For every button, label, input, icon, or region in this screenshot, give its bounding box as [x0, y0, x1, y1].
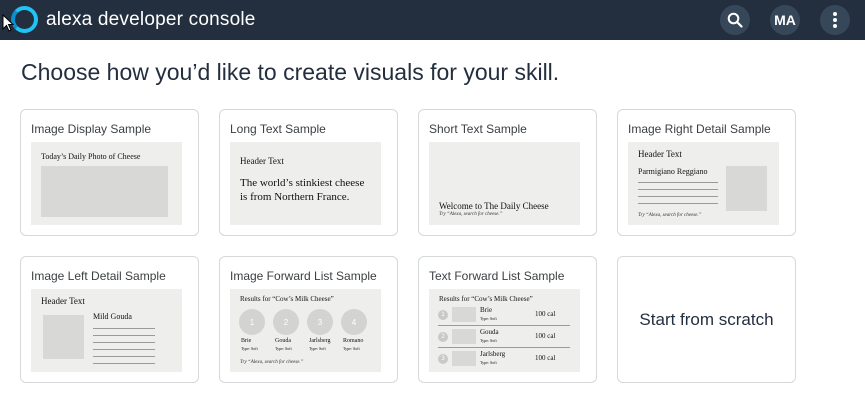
list-divider — [438, 347, 570, 348]
preview-header: Header Text — [638, 149, 682, 159]
list-item-name: Brie — [241, 338, 252, 344]
list-item-name: Romano — [343, 338, 364, 344]
alexa-logo-icon[interactable] — [11, 6, 38, 33]
mouse-cursor-icon — [2, 14, 14, 32]
start-from-scratch-label: Start from scratch — [639, 309, 774, 329]
template-preview: Welcome to The Daily Cheese Try “Alexa, … — [429, 142, 580, 225]
card-title: Text Forward List Sample — [429, 269, 565, 283]
list-item-image: 3 — [307, 309, 333, 335]
list-item-name: Brie — [480, 306, 493, 314]
preview-hint: Try “Alexa, search for cheese.” — [439, 212, 503, 217]
list-item-image: 4 — [341, 309, 367, 335]
preview-text-line — [93, 356, 155, 357]
list-item-image: 2 — [273, 309, 299, 335]
preview-body: The world’s stinkiest cheese is from Nor… — [240, 177, 365, 203]
list-divider — [438, 325, 570, 326]
list-item-calories: 100 cal — [535, 310, 556, 318]
card-title: Image Display Sample — [31, 122, 152, 136]
card-short-text-sample[interactable]: Short Text Sample Welcome to The Daily C… — [418, 109, 597, 236]
list-item-name: Gouda — [480, 328, 499, 336]
card-image-display-sample[interactable]: Image Display Sample Today’s Daily Photo… — [20, 109, 199, 236]
top-bar: alexa developer console MA — [0, 0, 865, 40]
preview-text-line — [638, 203, 718, 204]
preview-text-line — [93, 328, 155, 329]
more-options-button[interactable] — [820, 5, 850, 35]
card-title: Short Text Sample — [429, 122, 527, 136]
console-brand-title[interactable]: alexa developer console — [46, 9, 256, 31]
user-avatar-button[interactable]: MA — [770, 5, 800, 35]
template-preview: Header Text Parmigiano Reggiano Try “Ale… — [628, 142, 779, 225]
list-item-number: 3 — [438, 354, 448, 364]
page-title: Choose how you’d like to create visuals … — [21, 59, 560, 85]
list-item-image — [452, 329, 476, 344]
list-item-number: 1 — [438, 310, 448, 320]
preview-text-line — [93, 335, 155, 336]
card-long-text-sample[interactable]: Long Text Sample Header Text The world’s… — [219, 109, 398, 236]
preview-header: Header Text — [41, 296, 85, 306]
template-preview: Results for “Cow’s Milk Cheese” 1 Brie T… — [230, 289, 381, 372]
template-preview: Header Text The world’s stinkiest cheese… — [230, 142, 381, 225]
preview-primary-text: Welcome to The Daily Cheese — [439, 201, 549, 211]
list-item-type: Type: Soft — [480, 360, 497, 365]
list-item-calories: 100 cal — [535, 354, 556, 362]
list-item-image: 1 — [239, 309, 265, 335]
template-preview: Header Text Mild Gouda — [31, 289, 182, 372]
preview-text-line — [93, 349, 155, 350]
preview-subtitle: Mild Gouda — [93, 312, 132, 321]
preview-image-placeholder — [43, 315, 84, 359]
list-item-name: Jarlsberg — [480, 350, 506, 358]
preview-header: Results for “Cow’s Milk Cheese” — [240, 295, 334, 303]
card-start-from-scratch[interactable]: Start from scratch — [617, 256, 796, 383]
card-title: Image Right Detail Sample — [628, 122, 771, 136]
preview-hint: Try “Alexa, search for cheese.” — [240, 360, 304, 365]
card-title: Long Text Sample — [230, 122, 326, 136]
more-vertical-icon — [833, 12, 837, 28]
list-item-number: 2 — [438, 332, 448, 342]
card-image-right-detail-sample[interactable]: Image Right Detail Sample Header Text Pa… — [617, 109, 796, 236]
preview-image-placeholder — [41, 166, 168, 217]
preview-text-line — [93, 342, 155, 343]
list-item-type: Type: Soft — [343, 346, 360, 351]
template-preview: Results for “Cow’s Milk Cheese” 1 Brie T… — [429, 289, 580, 372]
preview-hint: Try “Alexa, search for cheese.” — [638, 213, 702, 218]
template-preview: Today’s Daily Photo of Cheese — [31, 142, 182, 225]
card-title: Image Left Detail Sample — [31, 269, 166, 283]
list-item-name: Gouda — [275, 338, 291, 344]
preview-header: Header Text — [240, 156, 284, 166]
search-button[interactable] — [720, 5, 750, 35]
card-image-left-detail-sample[interactable]: Image Left Detail Sample Header Text Mil… — [20, 256, 199, 383]
list-item-type: Type: Soft — [275, 346, 292, 351]
preview-text-line — [93, 363, 155, 364]
list-item-image — [452, 307, 476, 322]
preview-subtitle: Parmigiano Reggiano — [638, 167, 708, 176]
list-item-calories: 100 cal — [535, 332, 556, 340]
card-image-forward-list-sample[interactable]: Image Forward List Sample Results for “C… — [219, 256, 398, 383]
list-item-type: Type: Soft — [309, 346, 326, 351]
list-item-image — [452, 351, 476, 366]
card-text-forward-list-sample[interactable]: Text Forward List Sample Results for “Co… — [418, 256, 597, 383]
preview-header: Today’s Daily Photo of Cheese — [41, 152, 141, 161]
preview-text-line — [638, 196, 718, 197]
preview-header: Results for “Cow’s Milk Cheese” — [439, 295, 533, 303]
preview-image-placeholder — [726, 166, 767, 211]
card-title: Image Forward List Sample — [230, 269, 377, 283]
list-item-type: Type: Soft — [480, 338, 497, 343]
list-item-name: Jarlsberg — [309, 338, 331, 344]
search-icon — [727, 12, 743, 28]
list-item-type: Type: Soft — [241, 346, 258, 351]
preview-text-line — [638, 189, 718, 190]
preview-text-line — [638, 182, 718, 183]
list-item-type: Type: Soft — [480, 316, 497, 321]
